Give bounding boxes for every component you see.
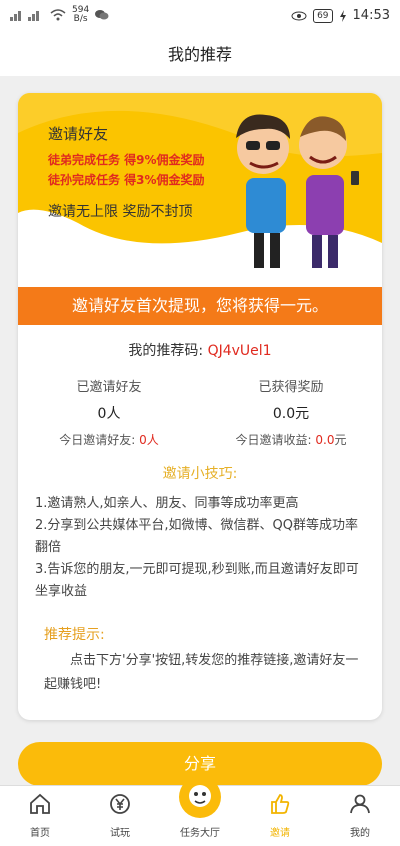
referral-code-value[interactable]: QJ4vUel1 [208, 343, 272, 359]
banner-title: 邀请好友 [48, 125, 109, 143]
battery-indicator: 69 [313, 8, 333, 23]
referral-code-label: 我的推荐码: [128, 343, 208, 359]
hint-text: 点击下方'分享'按钮,转发您的推荐链接,邀请好友一起赚钱吧! [44, 653, 359, 692]
reward-label: 已获得奖励 [258, 380, 324, 395]
today-invited: 今日邀请好友: 0人 [59, 433, 159, 447]
page-title: 我的推荐 [167, 45, 232, 64]
eye-icon [291, 11, 307, 20]
thumbs-up-icon [271, 794, 290, 814]
invited-value: 0人 [97, 406, 121, 422]
yen-cycle-icon [110, 794, 130, 814]
signal-icon [10, 11, 39, 21]
bottom-tab-bar: 首页 试玩 任务大厅 邀请 我的 [0, 776, 400, 846]
tab-trial[interactable]: 试玩 [80, 786, 160, 846]
referral-code-row: 我的推荐码: QJ4vUel1 [18, 340, 382, 360]
home-icon [30, 793, 50, 814]
invited-stat: 已邀请好友 0人 今日邀请好友: 0人 [18, 376, 200, 448]
tip-item: 1.邀请熟人,如亲人、朋友、同事等成功率更高 [35, 496, 299, 511]
charging-icon [339, 9, 346, 22]
clock: 14:53 [352, 8, 390, 23]
tips-list: 1.邀请熟人,如亲人、朋友、同事等成功率更高 2.分享到公共媒体平台,如微博、微… [35, 493, 369, 603]
tip-item: 2.分享到公共媒体平台,如微博、微信群、QQ群等成功率翻倍 [35, 518, 359, 555]
tip-item: 3.告诉您的朋友,一元即可提现,秒到账,而且邀请好友即可坐享收益 [35, 562, 359, 599]
user-icon [350, 794, 370, 814]
network-speed: 594 B/s [72, 5, 90, 24]
banner-footer: 邀请无上限 奖励不封顶 [48, 204, 193, 220]
hint-title: 推荐提示: [44, 627, 105, 643]
invite-banner: 邀请好友 徒弟完成任务 得9%佣金奖励 徒孙完成任务 得3%佣金奖励 邀请无上限… [18, 93, 382, 293]
invited-label: 已邀请好友 [76, 380, 142, 395]
banner-reward-line-1: 徒弟完成任务 得9%佣金奖励 [48, 153, 205, 167]
wechat-icon [95, 10, 109, 20]
banner-reward-line-2: 徒孙完成任务 得3%佣金奖励 [48, 173, 205, 187]
reward-stat: 已获得奖励 0.0元 今日邀请收益: 0.0元 [200, 376, 382, 448]
tab-task-hall[interactable]: 任务大厅 [160, 776, 240, 846]
tab-home[interactable]: 首页 [0, 786, 80, 846]
mascot-icon [179, 776, 221, 818]
tab-mine[interactable]: 我的 [320, 786, 400, 846]
reward-value: 0.0元 [272, 406, 310, 422]
status-bar: 594 B/s 69 14:53 [0, 0, 400, 34]
invite-card: 邀请好友 徒弟完成任务 得9%佣金奖励 徒孙完成任务 得3%佣金奖励 邀请无上限… [18, 93, 382, 720]
wifi-icon [50, 9, 66, 21]
title-bar: 我的推荐 [0, 34, 400, 76]
first-withdraw-strip: 邀请好友首次提现，您将获得一元。 [18, 287, 382, 325]
today-reward: 今日邀请收益: 0.0元 [235, 433, 347, 447]
tab-invite[interactable]: 邀请 [240, 786, 320, 846]
tips-title: 邀请小技巧: [162, 466, 238, 482]
